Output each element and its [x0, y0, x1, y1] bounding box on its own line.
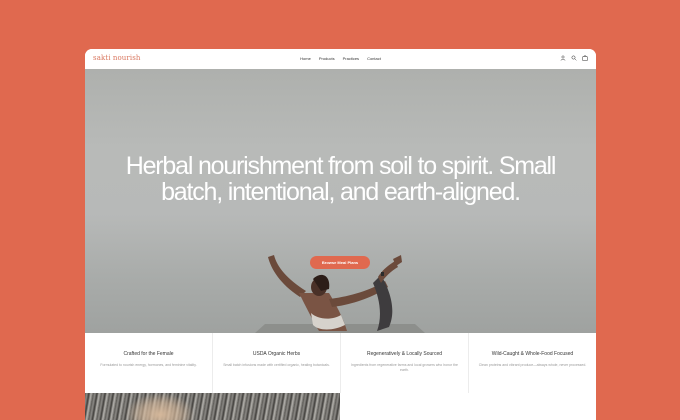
browse-meal-plans-button[interactable]: Browse Meal Plans — [310, 256, 370, 269]
feature-title: USDA Organic Herbs — [252, 351, 301, 357]
nav-icon-group — [560, 55, 588, 61]
feature-card: Crafted for the Female Formulated to nou… — [85, 333, 212, 393]
feature-title: Wild-Caught & Whole-Food Focused — [491, 351, 574, 357]
nav-item-products[interactable]: Products — [319, 56, 335, 61]
nav-item-home[interactable]: Home — [300, 56, 311, 61]
bag-icon[interactable] — [582, 55, 588, 61]
feature-title: Regeneratively & Locally Sourced — [366, 351, 443, 357]
nav-item-practices[interactable]: Practices — [343, 56, 359, 61]
top-navigation: sakti nourish Home Products Practices Co… — [85, 49, 596, 69]
features-row: Crafted for the Female Formulated to nou… — [85, 333, 596, 393]
user-icon[interactable] — [560, 55, 566, 61]
browser-window: sakti nourish Home Products Practices Co… — [85, 49, 596, 420]
feature-title: Crafted for the Female — [123, 351, 174, 357]
feature-card: USDA Organic Herbs Small batch infusions… — [212, 333, 340, 393]
search-icon[interactable] — [571, 55, 577, 61]
feature-description: Small batch infusions made with certifie… — [223, 363, 330, 367]
nav-menu: Home Products Practices Contact — [85, 56, 596, 61]
hero-section: Herbal nourishment from soil to spirit. … — [85, 69, 596, 333]
feature-card: Wild-Caught & Whole-Food Focused Clean p… — [468, 333, 596, 393]
feature-description: Formulated to nourish energy, hormones, … — [100, 363, 197, 367]
feature-card: Regeneratively & Locally Sourced Ingredi… — [340, 333, 468, 393]
hero-title: Herbal nourishment from soil to spirit. … — [125, 152, 557, 206]
nav-item-contact[interactable]: Contact — [367, 56, 381, 61]
feature-description: Clean proteins and vibrant produce—alway… — [478, 363, 587, 367]
feature-description: Ingredients from regenerative farms and … — [351, 363, 458, 372]
textured-bowl-image — [85, 393, 340, 420]
